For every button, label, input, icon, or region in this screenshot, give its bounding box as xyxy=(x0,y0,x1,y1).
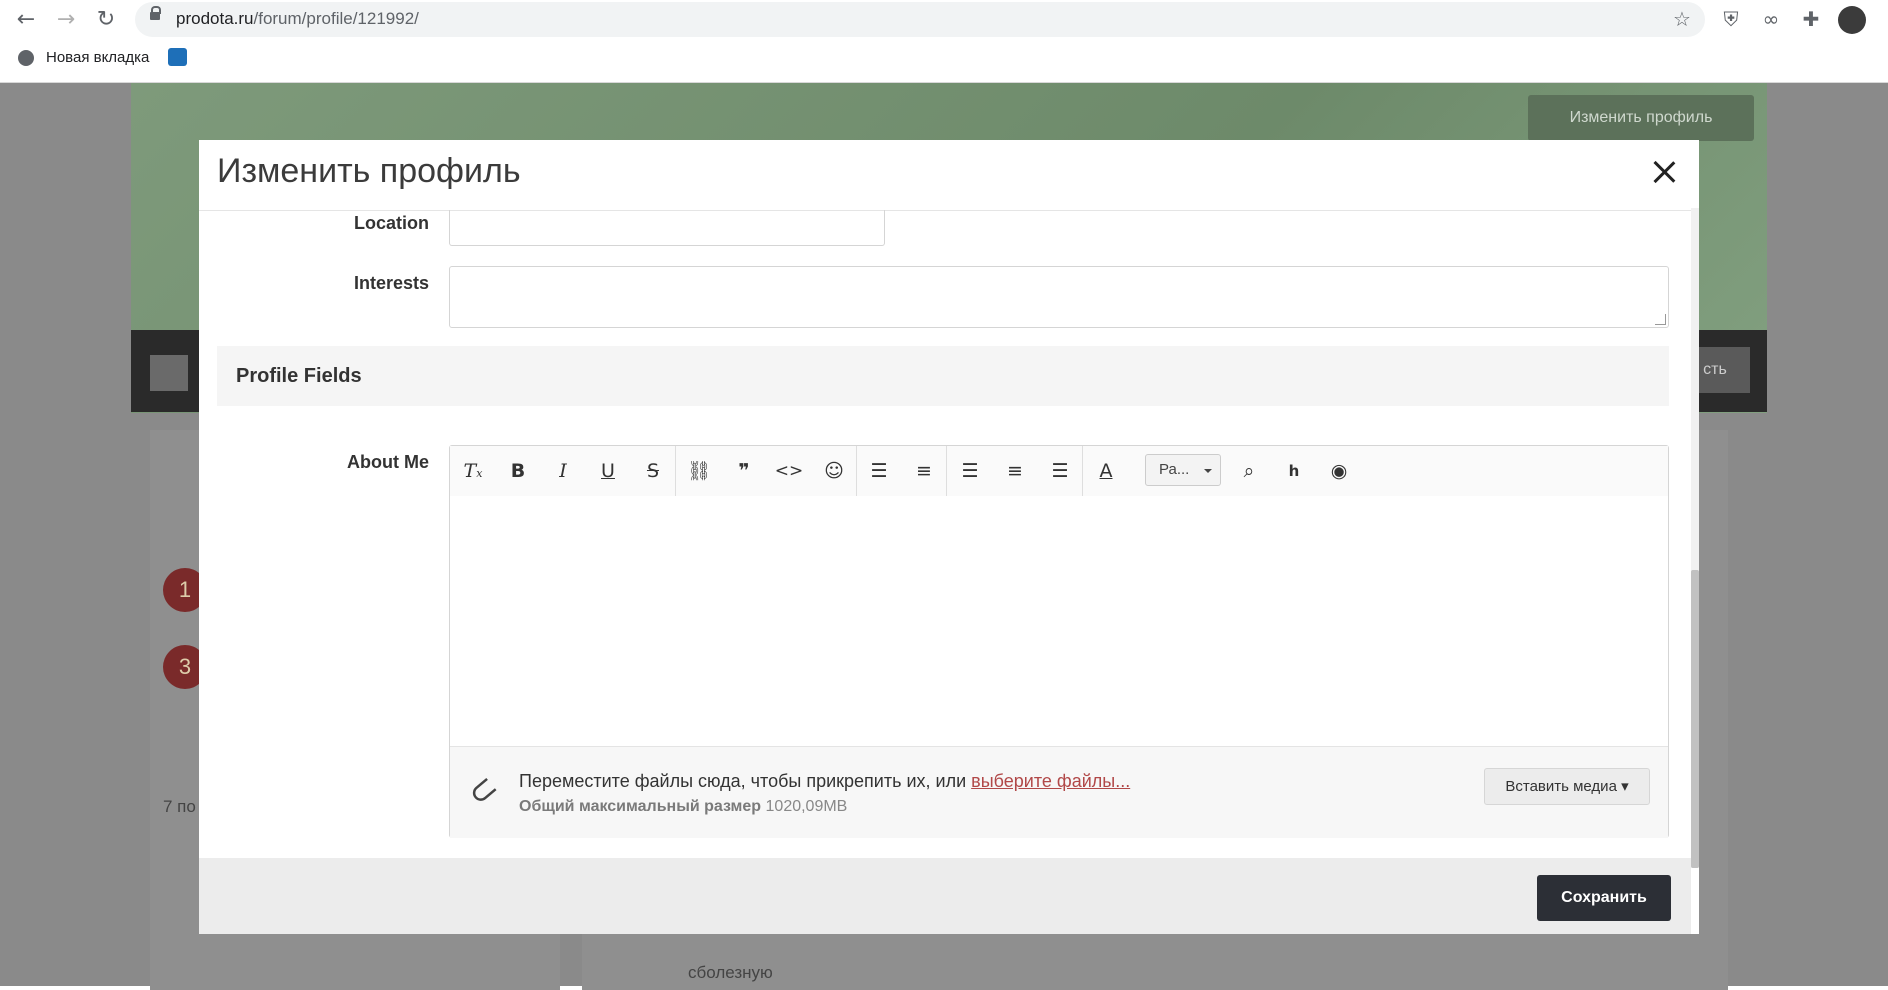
bg-edit-profile-button: Изменить профиль xyxy=(1528,95,1754,141)
clear-format-icon[interactable]: Tx xyxy=(456,456,490,486)
smiley-icon[interactable]: ☺ xyxy=(817,456,851,486)
numbered-list-icon[interactable]: ≡ xyxy=(907,456,941,486)
choose-files-link[interactable]: выберите файлы... xyxy=(971,771,1130,791)
toolbar-separator xyxy=(856,446,857,496)
modal-scrollbar[interactable] xyxy=(1691,208,1699,868)
code-icon[interactable]: <> xyxy=(772,456,806,486)
chat-bookmark-icon[interactable] xyxy=(168,48,187,66)
section-title: Profile Fields xyxy=(236,365,362,387)
star-icon[interactable]: ☆ xyxy=(1669,6,1695,32)
reload-icon[interactable]: ↻ xyxy=(92,6,120,34)
link-icon[interactable]: ⛓ xyxy=(682,456,716,486)
bg-photo-icon xyxy=(150,355,188,391)
shield-icon[interactable]: ⛨ xyxy=(1718,6,1744,32)
edit-profile-modal: Изменить профиль Location Interests Prof… xyxy=(199,140,1699,934)
eye-icon[interactable]: ◉ xyxy=(1322,456,1356,486)
resize-grip-icon[interactable] xyxy=(1655,314,1666,325)
about-me-editor: Tx B I U S ⛓ ❞ <> ☺ ☰ ≡ ☰ ≡ ☰ A Ра... ⌕ … xyxy=(449,445,1669,838)
quote-icon[interactable]: ❞ xyxy=(727,456,761,486)
lock-icon xyxy=(150,6,161,20)
bold-icon[interactable]: B xyxy=(501,456,535,486)
forward-icon[interactable]: → xyxy=(52,6,80,34)
html-icon[interactable]: h xyxy=(1277,456,1311,486)
modal-title: Изменить профиль xyxy=(217,152,521,190)
align-center-icon[interactable]: ≡ xyxy=(998,456,1032,486)
attachment-bar: ⊂ Переместите файлы сюда, чтобы прикрепи… xyxy=(450,746,1668,838)
attach-instructions: Переместите файлы сюда, чтобы прикрепить… xyxy=(519,771,1131,791)
insert-media-button[interactable]: Вставить медиа ▾ xyxy=(1484,768,1650,805)
align-left-icon[interactable]: ☰ xyxy=(953,456,987,486)
back-icon[interactable]: ← xyxy=(12,6,40,34)
toolbar-separator xyxy=(675,446,676,496)
location-label: Location xyxy=(354,213,429,233)
max-size-info: Общий максимальный размер 1020,09MB xyxy=(519,798,848,815)
editor-toolbar: Tx B I U S ⛓ ❞ <> ☺ ☰ ≡ ☰ ≡ ☰ A Ра... ⌕ … xyxy=(450,446,1668,497)
url-text[interactable]: prodota.ru/forum/profile/121992/ xyxy=(176,9,419,29)
preview-doc-icon[interactable]: ⌕ xyxy=(1232,456,1266,486)
italic-icon[interactable]: I xyxy=(546,456,580,486)
bullet-list-icon[interactable]: ☰ xyxy=(862,456,896,486)
text-color-icon[interactable]: A xyxy=(1089,456,1123,486)
modal-footer: Сохранить xyxy=(199,858,1691,934)
interests-label: Interests xyxy=(353,273,429,293)
bg-activity-text: сболезную xyxy=(688,963,773,982)
globe-icon xyxy=(18,50,34,66)
scroll-thumb[interactable] xyxy=(1691,570,1699,868)
save-button[interactable]: Сохранить xyxy=(1537,875,1671,921)
align-right-icon[interactable]: ☰ xyxy=(1043,456,1077,486)
toolbar-separator xyxy=(1082,446,1083,496)
modal-header: Изменить профиль xyxy=(199,140,1699,211)
about-label: About Me xyxy=(347,452,429,472)
bookmark-new-tab[interactable]: Новая вкладка xyxy=(46,49,149,66)
toolbar-separator xyxy=(946,446,947,496)
location-field[interactable] xyxy=(449,210,885,246)
strikethrough-icon[interactable]: S xyxy=(636,456,670,486)
paperclip-icon: ⊂ xyxy=(459,766,507,816)
underline-icon[interactable]: U xyxy=(591,456,625,486)
infinity-icon[interactable]: ∞ xyxy=(1758,6,1784,32)
close-icon[interactable] xyxy=(1650,158,1678,186)
browser-chrome: ← → ↻ prodota.ru/forum/profile/121992/ ☆… xyxy=(0,0,1888,83)
font-select[interactable]: Ра... xyxy=(1145,454,1221,486)
bg-caption: 7 по xyxy=(163,797,196,816)
about-me-text-area[interactable] xyxy=(450,496,1668,746)
interests-field[interactable] xyxy=(449,266,1669,328)
profile-fields-section: Profile Fields xyxy=(217,346,1669,406)
profile-avatar[interactable] xyxy=(1838,6,1866,34)
puzzle-icon[interactable]: ✚ xyxy=(1798,6,1824,32)
